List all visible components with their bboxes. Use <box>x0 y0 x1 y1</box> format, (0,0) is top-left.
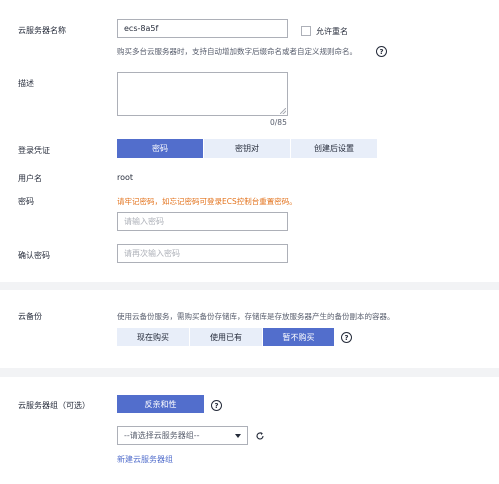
login-option-set-later[interactable]: 创建后设置 <box>291 139 377 158</box>
backup-section: 云备份 使用云备份服务，需购买备份存储库，存储库是存放服务器产生的备份副本的容器… <box>0 290 499 368</box>
login-credential-label: 登录凭证 <box>18 146 50 155</box>
help-icon[interactable]: ? <box>211 400 222 411</box>
username-label: 用户名 <box>18 174 42 183</box>
description-textarea[interactable] <box>117 72 288 116</box>
username-value: root <box>117 173 134 182</box>
confirm-password-input[interactable]: 请再次输入密码 <box>117 244 288 263</box>
server-group-select-value: --请选择云服务器组-- <box>124 431 200 440</box>
password-label: 密码 <box>18 197 34 206</box>
description-counter: 0/85 <box>270 118 287 127</box>
backup-hint: 使用云备份服务，需购买备份存储库，存储库是存放服务器产生的备份副本的容器。 <box>117 312 395 321</box>
confirm-password-label: 确认密码 <box>18 251 50 260</box>
basic-config-section: 云服务器名称 ecs-8a5f 允许重名 购买多台云服务器时，支持自动增加数字后… <box>0 0 499 282</box>
server-group-section: 云服务器组（可选） 反亲和性 ? --请选择云服务器组-- 新建云服务器组 <box>0 377 499 484</box>
new-server-group-link[interactable]: 新建云服务器组 <box>117 454 173 465</box>
server-name-hint: 购买多台云服务器时，支持自动增加数字后缀命名或者自定义规则命名。 <box>117 47 357 56</box>
server-name-label: 云服务器名称 <box>18 26 66 35</box>
allow-duplicate-checkbox[interactable] <box>301 26 311 36</box>
help-icon[interactable]: ? <box>376 46 387 57</box>
server-group-label: 云服务器组（可选） <box>18 401 90 410</box>
refresh-icon[interactable] <box>255 431 265 441</box>
help-icon[interactable]: ? <box>341 332 352 343</box>
anti-affinity-button[interactable]: 反亲和性 <box>117 395 204 413</box>
backup-option-skip[interactable]: 暂不购买 <box>263 328 334 346</box>
resize-handle-icon[interactable] <box>280 108 286 114</box>
password-warning: 请牢记密码，如忘记密码可登录ECS控制台重置密码。 <box>117 197 297 206</box>
login-option-password[interactable]: 密码 <box>117 139 203 158</box>
backup-option-buy-now[interactable]: 现在购买 <box>117 328 189 346</box>
backup-option-use-existing[interactable]: 使用已有 <box>190 328 262 346</box>
description-label: 描述 <box>18 79 34 88</box>
password-input[interactable]: 请输入密码 <box>117 212 288 231</box>
server-name-input[interactable]: ecs-8a5f <box>117 19 288 38</box>
caret-down-icon <box>235 433 241 438</box>
server-group-select[interactable]: --请选择云服务器组-- <box>117 426 248 445</box>
allow-duplicate-label: 允许重名 <box>316 27 348 36</box>
backup-label: 云备份 <box>18 312 42 321</box>
login-option-keypair[interactable]: 密钥对 <box>204 139 290 158</box>
